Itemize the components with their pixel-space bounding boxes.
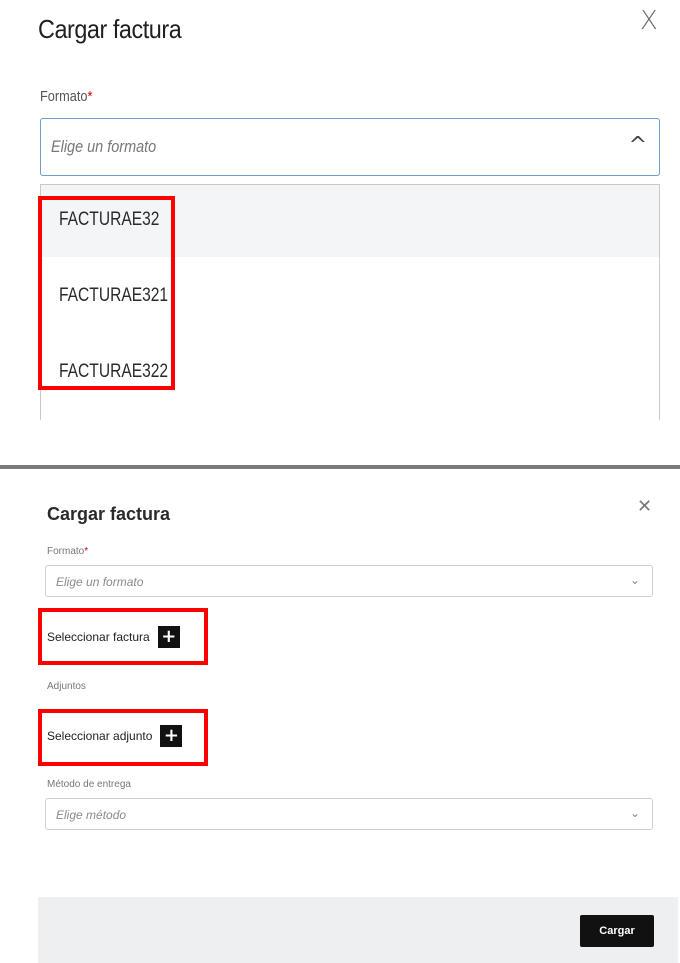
format-placeholder: Elige un formato (56, 575, 144, 589)
format-label: Formato* (47, 546, 88, 557)
chevron-up-icon: ^ (628, 133, 647, 158)
modal-title: Cargar factura (38, 14, 182, 44)
close-icon[interactable]: X (640, 6, 658, 36)
highlight-box-invoice (38, 608, 208, 665)
delivery-placeholder: Elige método (56, 808, 127, 822)
format-label-text: Formato (40, 88, 88, 105)
format-select[interactable]: Elige un formato ^ (40, 118, 660, 176)
divider (0, 465, 680, 469)
format-label-text: Formato (47, 546, 85, 557)
format-placeholder: Elige un formato (51, 137, 157, 156)
delivery-label: Método de entrega (47, 779, 131, 790)
required-mark: * (84, 546, 89, 557)
highlight-box-attachment (38, 709, 208, 766)
required-mark: * (87, 88, 93, 105)
zoomed-dropdown-panel: Cargar factura X Formato* Elige un forma… (0, 0, 680, 420)
highlight-box-options (38, 196, 175, 390)
format-select[interactable]: Elige un formato ⌄ (45, 565, 653, 597)
format-label: Formato* (40, 88, 92, 105)
close-icon[interactable]: ✕ (637, 496, 652, 517)
chevron-down-icon: ⌄ (629, 806, 640, 820)
modal-title: Cargar factura (47, 504, 171, 524)
attachments-label: Adjuntos (47, 681, 86, 692)
chevron-down-icon: ⌄ (629, 573, 640, 587)
delivery-select[interactable]: Elige método ⌄ (45, 798, 653, 830)
submit-button[interactable]: Cargar (580, 915, 654, 947)
